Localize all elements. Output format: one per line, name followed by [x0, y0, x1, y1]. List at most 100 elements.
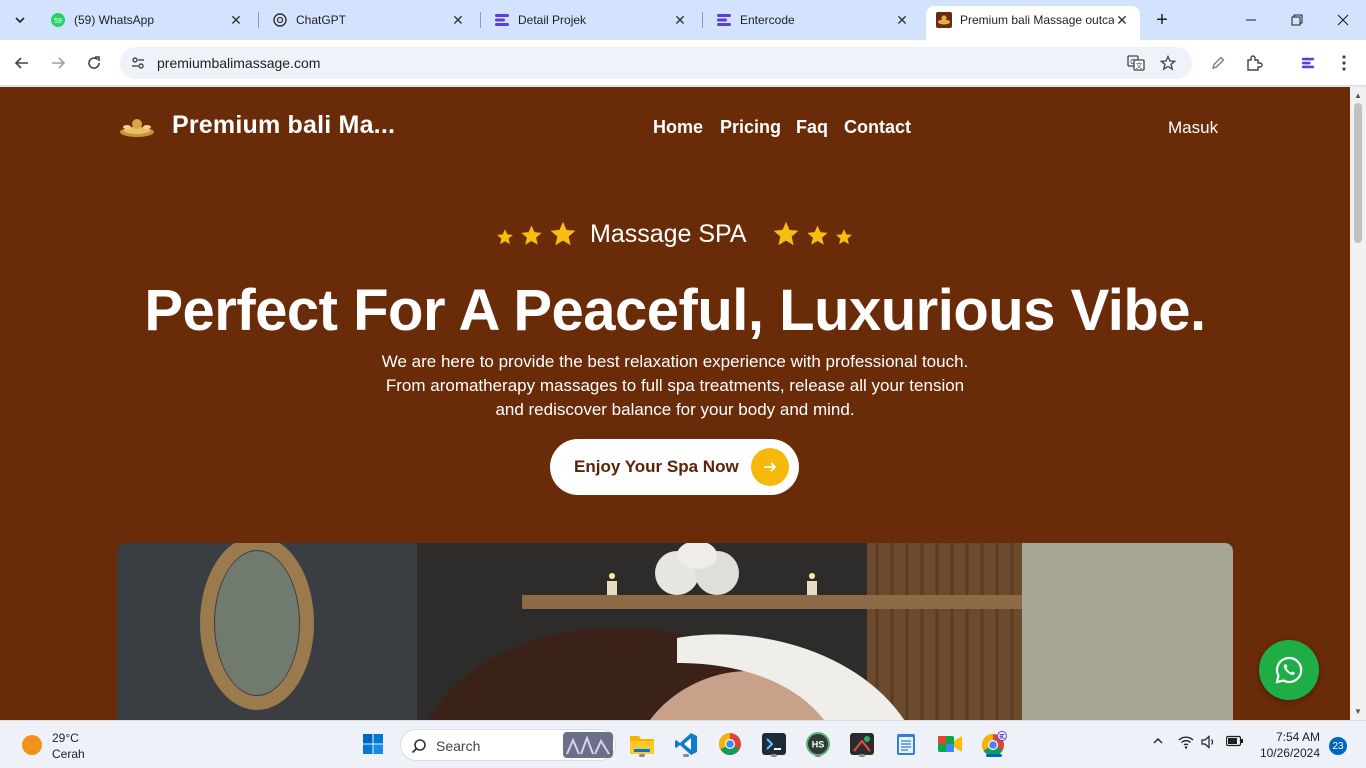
close-tab-icon[interactable]: ✕: [894, 12, 910, 28]
translate-icon[interactable]: G文: [1126, 53, 1146, 73]
arrow-right-icon: [52, 57, 66, 69]
folder-icon: [630, 736, 654, 754]
running-indicator: [683, 754, 689, 757]
star-icon: [807, 225, 828, 245]
star-icon: [497, 229, 513, 245]
page-viewport: Premium bali Ma... Home Pricing Faq Cont…: [0, 87, 1350, 720]
back-button[interactable]: [8, 49, 36, 77]
entercode-icon: [716, 12, 732, 28]
svg-text:文: 文: [1136, 61, 1143, 70]
nav-contact[interactable]: Contact: [844, 117, 911, 138]
bookmark-star-icon[interactable]: [1158, 53, 1178, 73]
tab-entercode[interactable]: Entercode ✕: [706, 6, 920, 34]
chrome-icon: [719, 733, 741, 755]
enjoy-spa-button[interactable]: Enjoy Your Spa Now: [550, 439, 799, 495]
page-scrollbar[interactable]: ▲ ▼: [1350, 87, 1366, 720]
network-status[interactable]: [1178, 735, 1194, 752]
star-icon: [773, 221, 799, 246]
minimize-button[interactable]: [1228, 0, 1274, 40]
nav-pricing[interactable]: Pricing: [720, 117, 781, 138]
tab-detail-projek[interactable]: Detail Projek ✕: [484, 6, 698, 34]
nav-home[interactable]: Home: [653, 117, 703, 138]
volume-control[interactable]: [1201, 735, 1217, 752]
tab-title: Entercode: [740, 13, 795, 27]
close-icon: [1337, 14, 1349, 26]
running-indicator: [815, 754, 821, 757]
chevron-up-icon: [1153, 738, 1163, 744]
taskbar-chrome-profile[interactable]: [715, 729, 745, 759]
running-indicator: [639, 754, 645, 757]
weather-condition: Cerah: [52, 747, 85, 761]
active-indicator: [986, 754, 1002, 757]
massage-spa-badge: Massage SPA: [590, 220, 747, 248]
star-icon: [521, 225, 542, 245]
taskbar-chrome[interactable]: [979, 729, 1009, 759]
tab-title: (59) WhatsApp: [74, 13, 155, 27]
close-tab-icon[interactable]: ✕: [672, 12, 688, 28]
tab-search-button[interactable]: [8, 8, 32, 32]
new-tab-button[interactable]: +: [1150, 8, 1174, 32]
hs-app-icon: HS: [806, 732, 830, 756]
close-tab-icon[interactable]: ✕: [450, 12, 466, 28]
restore-icon: [1291, 14, 1303, 26]
tab-whatsapp[interactable]: 59 (59) WhatsApp ✕: [40, 6, 254, 34]
more-menu-icon[interactable]: [1332, 51, 1356, 75]
taskbar-notepad[interactable]: [891, 729, 921, 759]
tab-title: Detail Projek: [518, 13, 587, 27]
tab-divider: [480, 12, 481, 28]
taskbar-search[interactable]: Search: [400, 729, 616, 761]
cta-label: Enjoy Your Spa Now: [574, 457, 739, 476]
tab-premium-bali-massage[interactable]: Premium bali Massage outcall ✕: [926, 6, 1140, 40]
tab-chatgpt[interactable]: ChatGPT ✕: [262, 6, 476, 34]
login-link[interactable]: Masuk: [1168, 118, 1218, 138]
battery-status[interactable]: [1225, 735, 1244, 750]
sun-icon: [22, 735, 42, 755]
extensions-icon[interactable]: [1242, 51, 1266, 75]
minimize-icon: [1246, 19, 1256, 21]
pen-icon[interactable]: [1206, 51, 1230, 75]
notepad-icon: [897, 734, 915, 755]
taskbar-google-meet[interactable]: [935, 729, 965, 759]
forward-button[interactable]: [44, 49, 72, 77]
nav-faq[interactable]: Faq: [796, 117, 828, 138]
google-meet-icon: [938, 736, 962, 752]
show-hidden-icons[interactable]: [1152, 735, 1164, 750]
reload-icon: [88, 56, 100, 69]
entercode-extension-icon[interactable]: [1296, 51, 1320, 75]
notification-badge[interactable]: 23: [1329, 737, 1347, 755]
snipping-tool-icon: [850, 733, 874, 755]
brand-name[interactable]: Premium bali Ma...: [172, 111, 395, 140]
search-icon: [411, 739, 426, 754]
site-info-icon[interactable]: [128, 53, 148, 73]
hero-description-line: and rediscover balance for your body and…: [495, 400, 855, 419]
close-tab-icon[interactable]: ✕: [1114, 12, 1130, 28]
running-indicator: [859, 754, 865, 757]
wifi-icon: [1178, 736, 1194, 749]
weather-temperature: 29°C: [52, 731, 79, 745]
svg-text:HS: HS: [812, 740, 825, 750]
start-button[interactable]: [358, 729, 388, 759]
scroll-down-icon[interactable]: ▼: [1354, 707, 1362, 716]
scroll-up-icon[interactable]: ▲: [1354, 91, 1362, 100]
taskbar-hs-app[interactable]: HS: [803, 729, 833, 759]
taskbar-file-explorer[interactable]: [627, 729, 657, 759]
tab-title: Premium bali Massage outcall: [960, 13, 1114, 27]
taskbar-snipping-tool[interactable]: [847, 729, 877, 759]
windows-taskbar: 29°C Cerah Search HS 7:54 AM 10/26/2024 …: [0, 720, 1366, 768]
restore-button[interactable]: [1274, 0, 1320, 40]
massage-logo-icon[interactable]: [118, 115, 156, 139]
site-header: Premium bali Ma... Home Pricing Faq Cont…: [0, 87, 1350, 167]
taskbar-terminal[interactable]: [759, 729, 789, 759]
address-bar[interactable]: premiumbalimassage.com G文: [120, 47, 1192, 79]
svg-text:59: 59: [54, 18, 62, 25]
windows-logo-icon: [363, 734, 383, 754]
close-window-button[interactable]: [1320, 0, 1366, 40]
whatsapp-float-button[interactable]: [1259, 640, 1319, 700]
close-tab-icon[interactable]: ✕: [228, 12, 244, 28]
system-clock[interactable]: 7:54 AM 10/26/2024: [1258, 729, 1320, 761]
hero-spa-image: [117, 543, 1233, 720]
reload-button[interactable]: [80, 49, 108, 77]
url-text[interactable]: premiumbalimassage.com: [157, 55, 320, 71]
scrollbar-thumb[interactable]: [1354, 103, 1362, 243]
taskbar-vscode[interactable]: [671, 729, 701, 759]
